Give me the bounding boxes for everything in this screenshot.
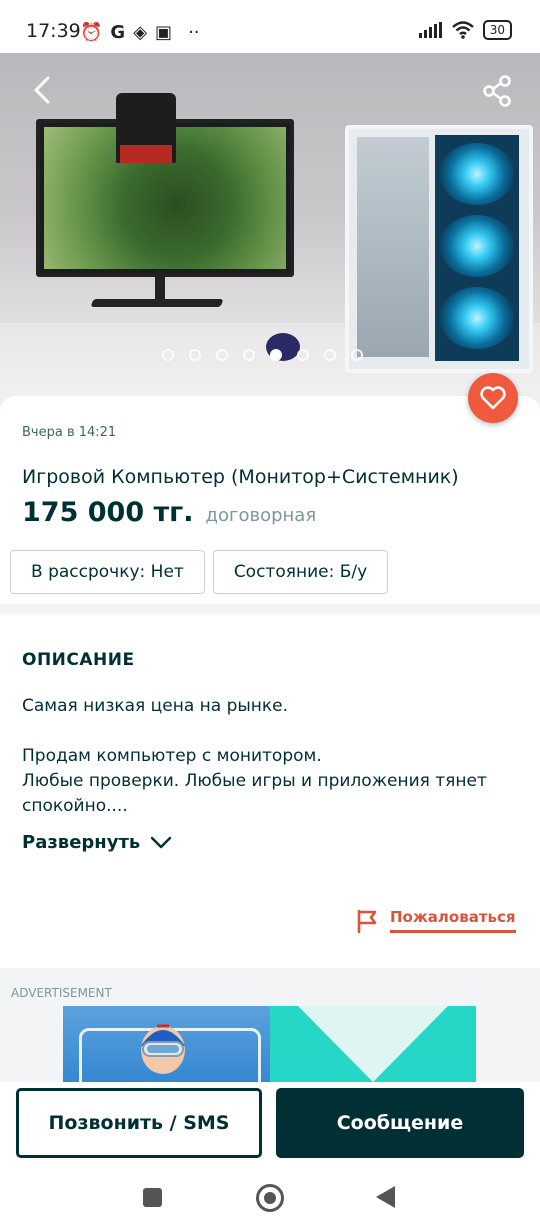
status-notification-icons: ⏰ G ◈ ▣ ··	[80, 20, 200, 44]
ad-banner[interactable]	[63, 1006, 476, 1082]
listing-price: 175 000 тг.	[22, 497, 194, 528]
section-divider	[0, 604, 540, 614]
chevron-down-icon	[151, 836, 172, 848]
app-icon: ◈	[133, 21, 148, 43]
flag-icon	[357, 909, 377, 933]
price-row: 175 000 тг. договорная	[22, 497, 316, 528]
description-text: Самая низкая цена на рынке. Продам компь…	[22, 694, 518, 819]
expand-description-button[interactable]: Развернуть	[22, 832, 172, 853]
listing-params: В рассрочку: Нет Состояние: Б/у	[10, 550, 389, 594]
home-icon[interactable]	[256, 1184, 284, 1212]
message-button[interactable]: Сообщение	[276, 1088, 524, 1158]
advertisement-section: ADVERTISEMENT	[0, 968, 540, 1082]
description-line: Продам компьютер с монитором.	[22, 746, 322, 766]
gallery-dot[interactable]	[243, 349, 255, 361]
google-icon: G	[110, 21, 126, 43]
description-heading: ОПИСАНИЕ	[22, 650, 135, 670]
description-section: ОПИСАНИЕ Самая низкая цена на рынке. Про…	[0, 614, 540, 968]
report-button[interactable]: Пожаловаться	[356, 908, 516, 933]
alarm-icon: ⏰	[80, 21, 103, 43]
param-condition: Состояние: Б/у	[212, 550, 389, 594]
wifi-icon	[451, 21, 474, 39]
description-line: Самая низкая цена на рынке.	[22, 696, 289, 716]
price-negotiable: договорная	[205, 505, 317, 526]
gallery-pagination[interactable]	[162, 349, 363, 361]
status-time: 17:39	[26, 20, 81, 42]
system-navigation-bar	[0, 1170, 540, 1230]
param-installment: В рассрочку: Нет	[10, 550, 205, 594]
listing-photo-gallery[interactable]	[0, 53, 540, 410]
gallery-dot[interactable]	[351, 349, 363, 361]
description-line: Любые проверки. Любые игры и приложения …	[22, 771, 487, 816]
more-dots-icon: ··	[188, 21, 200, 43]
report-label: Пожаловаться	[390, 908, 516, 933]
status-bar: 17:39 ⏰ G ◈ ▣ ·· 30	[0, 0, 540, 56]
gallery-dot-active[interactable]	[270, 349, 282, 361]
skier-image	[141, 1024, 185, 1074]
listing-title: Игровой Компьютер (Монитор+Системник)	[22, 466, 459, 488]
call-sms-button[interactable]: Позвонить / SMS	[16, 1088, 262, 1158]
gallery-dot[interactable]	[324, 349, 336, 361]
gallery-dot[interactable]	[216, 349, 228, 361]
listing-date: Вчера в 14:21	[22, 425, 117, 440]
expand-label: Развернуть	[22, 832, 141, 853]
share-icon[interactable]	[482, 75, 512, 107]
recent-apps-icon[interactable]	[143, 1188, 162, 1207]
favorite-button[interactable]	[468, 373, 518, 423]
ad-label: ADVERTISEMENT	[11, 986, 112, 1000]
gallery-dot[interactable]	[189, 349, 201, 361]
app-icon-2: ▣	[155, 21, 173, 43]
back-arrow-icon[interactable]	[28, 75, 58, 105]
gallery-dot[interactable]	[162, 349, 174, 361]
status-system-icons: 30	[418, 20, 512, 40]
heart-icon	[480, 386, 506, 410]
gallery-dot[interactable]	[297, 349, 309, 361]
battery-indicator: 30	[482, 20, 512, 40]
contact-action-bar: Позвонить / SMS Сообщение	[0, 1082, 540, 1170]
signal-icon	[418, 22, 442, 38]
photo-pc-case	[345, 125, 533, 373]
back-triangle-icon[interactable]	[376, 1186, 395, 1208]
